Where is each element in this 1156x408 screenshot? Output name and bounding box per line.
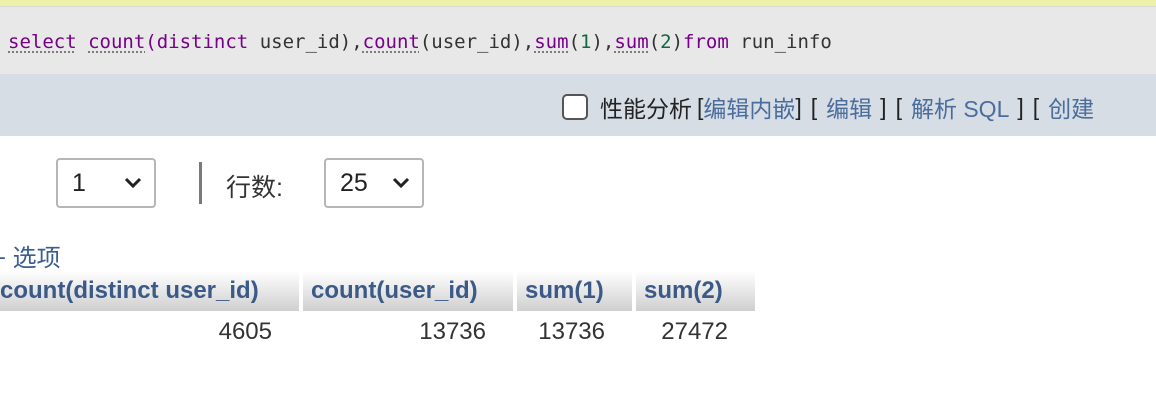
table-cell: 4605 <box>218 318 272 345</box>
bracket: [ <box>1032 93 1040 120</box>
pager-separator <box>199 162 202 204</box>
sql-token-count: count <box>362 31 420 53</box>
query-toolbar: 性能分析 [编辑内嵌] [ 编辑 ] [ 解析 SQL ] [ 创建 <box>0 74 1156 136</box>
options-toggle[interactable]: + 选项 <box>0 238 61 273</box>
toolbar-actions: 性能分析 [编辑内嵌] [ 编辑 ] [ 解析 SQL ] [ 创建 <box>562 90 1094 124</box>
sql-token-number: 1 <box>580 31 592 53</box>
sql-token-count: count <box>88 31 146 53</box>
sql-token: ( <box>648 31 661 53</box>
sql-token: run_info <box>728 31 832 53</box>
sql-token: (user_id), <box>419 31 535 53</box>
sql-token: user_id), <box>248 31 363 53</box>
page-select[interactable]: 1 <box>56 158 156 208</box>
bracket: [ <box>895 93 902 120</box>
bracket: ] <box>1017 93 1024 120</box>
sql-token-sum: sum <box>614 31 649 53</box>
column-header[interactable]: sum(1) <box>517 271 633 311</box>
chevron-down-icon <box>124 177 142 189</box>
sql-token-select: select <box>8 31 77 53</box>
chevron-down-icon <box>392 177 410 189</box>
rows-label: 行数: <box>226 174 283 202</box>
results-table: count(distinct user_id) count(user_id) s… <box>0 271 759 353</box>
create-link[interactable]: 创建 <box>1048 90 1094 124</box>
profiling-label[interactable]: 性能分析 <box>600 90 692 124</box>
bracket: ] <box>795 93 802 120</box>
bracket: [ <box>810 93 818 120</box>
table-row: 4605 13736 13736 27472 <box>0 311 759 353</box>
rows-per-page-select[interactable]: 25 <box>324 158 424 208</box>
table-header-row: count(distinct user_id) count(user_id) s… <box>0 271 759 311</box>
column-header[interactable]: sum(2) <box>636 271 756 311</box>
page-select-value: 1 <box>72 168 86 197</box>
profiling-checkbox[interactable] <box>562 94 588 120</box>
table-cell: 27472 <box>661 318 728 345</box>
sql-code: select count(distinct user_id),count(use… <box>8 31 832 53</box>
column-header[interactable]: count(user_id) <box>303 271 514 311</box>
rows-select-value: 25 <box>340 168 368 197</box>
sql-query-box[interactable]: select count(distinct user_id),count(use… <box>0 6 1156 74</box>
sql-token-number: 2 <box>660 31 672 53</box>
sql-token-distinct: (distinct <box>145 31 249 53</box>
sql-token-from: from <box>683 31 729 53</box>
table-cell: 13736 <box>419 318 486 345</box>
bracket: ] <box>880 93 887 120</box>
sql-token: ), <box>591 31 615 53</box>
column-header[interactable]: count(distinct user_id) <box>0 271 300 311</box>
edit-inline-link[interactable]: 编辑内嵌 <box>703 90 795 124</box>
edit-link[interactable]: 编辑 <box>826 90 872 124</box>
explain-sql-link[interactable]: 解析 SQL <box>911 90 1009 124</box>
table-cell: 13736 <box>538 318 605 345</box>
sql-token: ( <box>568 31 581 53</box>
sql-token-sum: sum <box>534 31 569 53</box>
sql-token: ) <box>671 31 684 53</box>
